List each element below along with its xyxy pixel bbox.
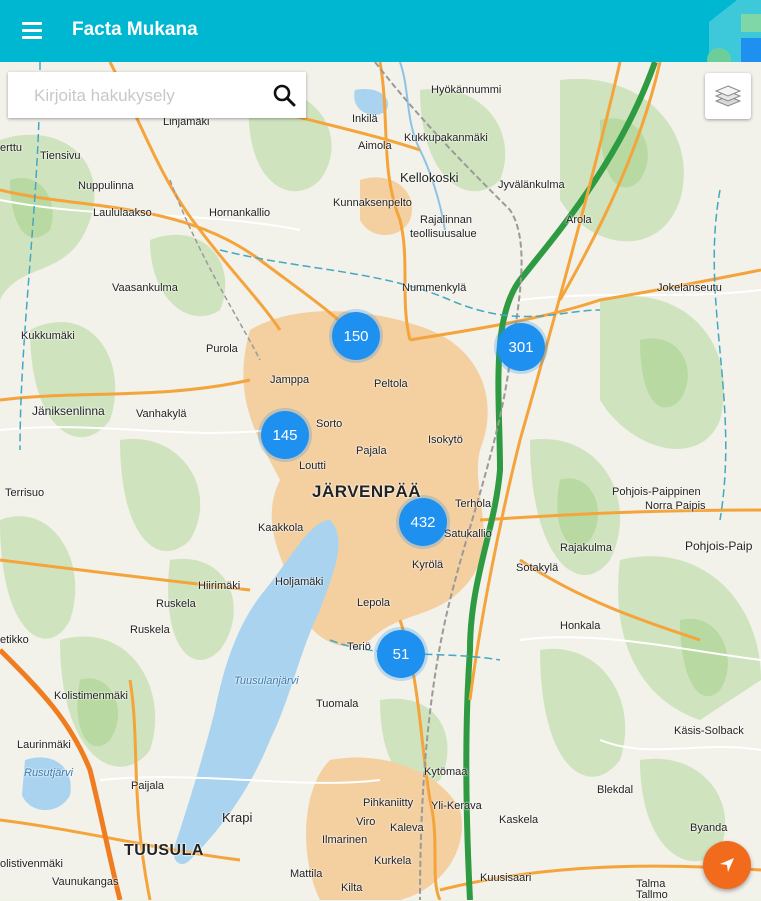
place-label: Satukallio [444,528,492,540]
cluster-marker[interactable]: 432 [399,498,447,546]
place-label: Rajakulma [560,542,612,554]
place-label: Tuomala [316,698,359,710]
place-label: Hiirimäki [198,580,241,592]
lake-label: Tuusulanjärvi [234,675,299,687]
place-label: Norra Paipis [645,500,706,512]
place-label: Laurinmäki [17,739,71,751]
layers-button[interactable] [705,73,751,119]
cluster-marker[interactable]: 301 [497,323,545,371]
place-label: Lepola [357,597,391,609]
place-label: olistivenmäki [0,858,63,870]
place-label: Loutti [299,460,326,472]
place-label: Jokelanseutu [657,282,722,294]
cluster-marker[interactable]: 150 [332,312,380,360]
map-view[interactable]: Hyökännummi Linjamäki Inkilä Kukkupakanm… [0,62,761,901]
place-label: Kunnaksenpelto [333,197,412,209]
place-label: Arola [566,214,592,226]
place-label: Vanhakylä [136,408,187,420]
place-label: Kellokoski [400,170,459,185]
place-label: Nuppulinna [78,180,134,192]
place-label: Kolistimenmäki [54,690,128,702]
place-label: Ilmarinen [322,834,368,846]
place-label: Kilta [341,882,363,894]
place-label: Pohjois-Paippinen [612,486,701,498]
place-label: Kukkumäki [21,330,75,342]
layers-icon [714,85,742,107]
place-label: Pajala [356,445,387,457]
lake-label: Rusutjärvi [24,767,73,779]
place-label: Jäniksenlinna [32,404,105,418]
search-box [8,72,306,118]
place-label: Jyvälänkulma [498,179,565,191]
place-label: Ruskela [130,624,170,636]
place-label: Holjamäki [275,576,324,588]
place-label: JÄRVENPÄÄ [312,482,422,501]
place-label: Kytömaa [424,766,468,778]
app-bar: Facta Mukana [0,0,761,62]
place-label: Laululaakso [93,207,152,219]
navigation-arrow-icon [720,858,734,872]
place-label: Vaasankulma [112,282,178,294]
place-label: Paijala [131,780,165,792]
place-label: Peltola [374,378,408,390]
place-label: Honkala [560,620,601,632]
place-label: Kaleva [390,822,424,834]
place-label: Isokytö [428,434,463,446]
hamburger-menu-icon[interactable] [22,22,44,40]
app-title: Facta Mukana [72,19,198,40]
place-label: Kaakkola [258,522,304,534]
place-label: Kukkupakanmäki [404,132,488,144]
place-label: Käsis-Solback [674,725,744,737]
place-label: Viro [356,816,376,828]
place-label: Rajalinnan [420,214,472,226]
place-label: Kyrölä [412,559,444,571]
place-label: erttu [0,142,23,154]
house-logo-icon [707,0,761,62]
place-label: Hyökännummi [431,84,502,96]
place-label: Terhola [455,498,492,510]
cluster-marker[interactable]: 145 [261,411,309,459]
place-label: Kurkela [374,855,412,867]
place-label: Ruskela [156,598,196,610]
place-label: Pohjois-Paip [685,539,753,553]
place-label: Blekdal [597,784,634,796]
place-label: Jamppa [270,374,310,386]
place-label: Terrisuo [5,487,45,499]
locate-button[interactable] [703,841,751,889]
place-label: Tiensivu [40,150,81,162]
place-label: Mattila [290,868,323,880]
place-label: Nummenkylä [402,282,467,294]
place-label: Byanda [690,822,728,834]
place-label: Tallmo [636,889,668,901]
cluster-marker[interactable]: 51 [377,630,425,678]
place-label: Hornankallio [209,207,271,219]
place-label: Vaunukangas [52,876,119,888]
place-label: Teriö [347,641,371,653]
search-input[interactable] [32,82,256,110]
place-label: Yli-Kerava [431,800,482,812]
place-label: Aimola [358,140,392,152]
place-label: Sorto [316,418,343,430]
place-label: Sotakylä [516,562,559,574]
search-icon[interactable] [272,83,296,107]
place-label: teollisuusalue [410,228,477,240]
place-label: Kuusisaari [480,872,532,884]
place-label: Kaskela [499,814,539,826]
place-label: etikko [0,634,29,646]
place-label: Inkilä [352,113,378,125]
place-label: Pihkaniitty [363,797,414,809]
place-label: TUUSULA [124,842,204,859]
place-label: Krapi [222,810,253,825]
place-label: Purola [206,343,238,355]
